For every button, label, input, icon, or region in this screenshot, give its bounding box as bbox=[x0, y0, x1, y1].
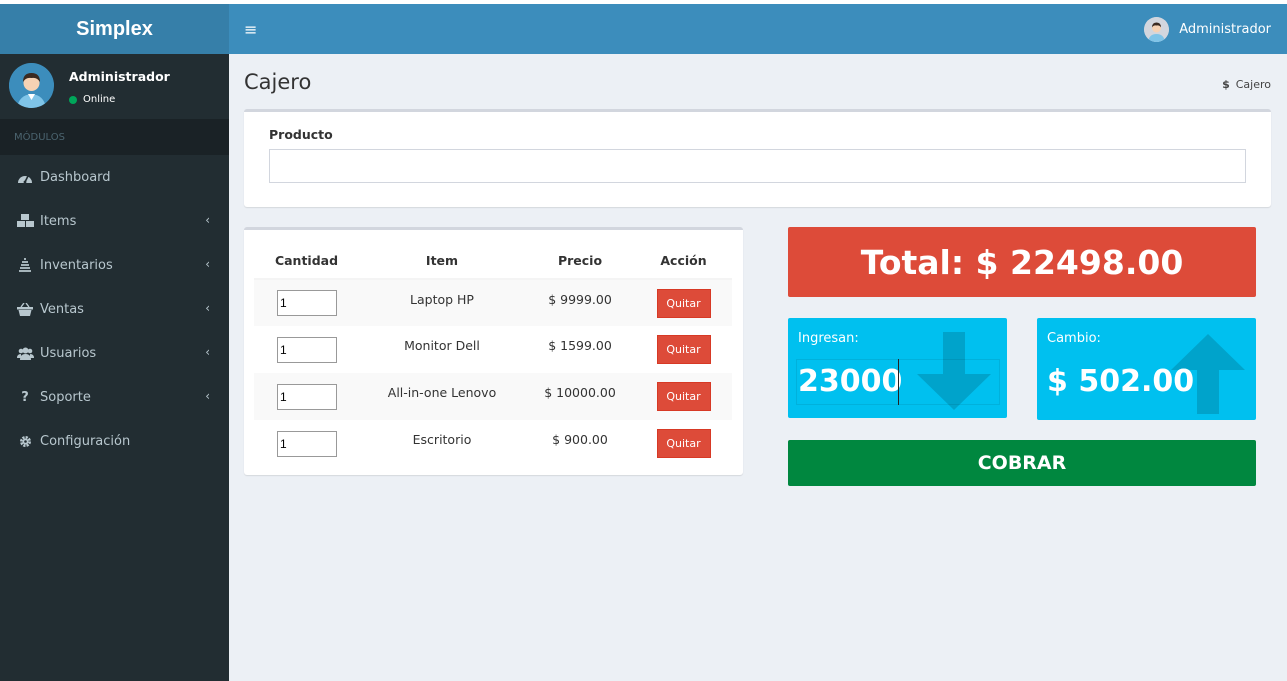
chevron-left-icon: ‹ bbox=[205, 345, 210, 359]
price-cell: $ 900.00 bbox=[552, 432, 608, 447]
cart-box: Cantidad Item Precio Acción Laptop HP $ … bbox=[244, 227, 743, 475]
page-title: Cajero bbox=[244, 70, 312, 94]
sidebar: Simplex Administrador Online MÓDULOS Das… bbox=[0, 4, 229, 681]
sidebar-item-label: Usuarios bbox=[40, 345, 97, 361]
qty-cell bbox=[254, 420, 359, 467]
quantity-input[interactable] bbox=[277, 383, 337, 410]
sidebar-item-usuarios[interactable]: Usuarios ‹ bbox=[0, 331, 229, 375]
chevron-left-icon: ‹ bbox=[205, 301, 210, 315]
dollar-icon: $ bbox=[1222, 78, 1230, 91]
top-navbar: ≡ Administrador bbox=[229, 4, 1287, 54]
breadcrumb-item[interactable]: Cajero bbox=[1236, 78, 1271, 91]
quantity-input[interactable] bbox=[277, 430, 337, 457]
price-cell: $ 9999.00 bbox=[525, 279, 635, 326]
text-cursor bbox=[898, 359, 899, 405]
sidebar-item-label: Configuración bbox=[40, 433, 131, 449]
total-display: Total: $ 22498.00 bbox=[788, 227, 1256, 297]
cambio-box: Cambio: $ 502.00 bbox=[1037, 318, 1256, 420]
user-status: Online bbox=[69, 94, 115, 105]
sidebar-item-configuracion[interactable]: Configuración bbox=[0, 419, 229, 463]
breadcrumb: $ Cajero bbox=[1222, 78, 1271, 91]
action-cell: Quitar bbox=[635, 373, 732, 420]
product-box: Producto bbox=[244, 109, 1271, 207]
user-avatar-small bbox=[1144, 17, 1170, 42]
hamburger-menu-icon[interactable]: ≡ bbox=[244, 20, 257, 39]
online-dot-icon bbox=[69, 95, 77, 104]
sidebar-item-label: Items bbox=[40, 213, 77, 229]
user-avatar bbox=[9, 63, 54, 108]
price-cell: $ 1599.00 bbox=[548, 338, 612, 353]
gear-icon bbox=[16, 434, 34, 448]
sidebar-item-ventas[interactable]: Ventas ‹ bbox=[0, 287, 229, 331]
user-name: Administrador bbox=[69, 69, 170, 84]
basket-icon bbox=[16, 302, 34, 316]
remove-button[interactable]: Quitar bbox=[656, 335, 711, 364]
action-cell: Quitar bbox=[635, 279, 732, 326]
column-header-item: Item bbox=[359, 242, 525, 280]
question-icon: ? bbox=[21, 389, 29, 405]
sidebar-item-label: Soporte bbox=[40, 389, 91, 405]
stack-icon bbox=[16, 258, 34, 272]
sidebar-item-label: Dashboard bbox=[40, 169, 111, 185]
dashboard-icon bbox=[16, 170, 34, 184]
quantity-input[interactable] bbox=[277, 336, 337, 363]
quantity-input[interactable] bbox=[277, 290, 337, 316]
cobrar-button[interactable]: COBRAR bbox=[788, 440, 1256, 486]
remove-button[interactable]: Quitar bbox=[656, 429, 711, 458]
item-cell: All-in-one Lenovo bbox=[359, 373, 525, 420]
users-icon bbox=[16, 346, 34, 360]
action-cell: Quitar bbox=[635, 326, 732, 373]
chevron-left-icon: ‹ bbox=[205, 257, 210, 271]
remove-button[interactable]: Quitar bbox=[656, 382, 711, 411]
chevron-left-icon: ‹ bbox=[205, 213, 210, 227]
column-header-cantidad: Cantidad bbox=[254, 242, 359, 280]
user-panel: Administrador Online bbox=[0, 54, 229, 119]
sidebar-section-header: MÓDULOS bbox=[0, 119, 229, 155]
cambio-value: $ 502.00 bbox=[1047, 364, 1195, 399]
user-status-label: Online bbox=[83, 94, 116, 105]
cart-header-row: Cantidad Item Precio Acción bbox=[254, 242, 732, 280]
sidebar-item-label: Inventarios bbox=[40, 257, 113, 273]
table-row: All-in-one Lenovo $ 10000.00 Quitar bbox=[254, 373, 732, 420]
product-label: Producto bbox=[269, 127, 333, 142]
sidebar-item-label: Ventas bbox=[40, 301, 84, 317]
action-cell: Quitar bbox=[635, 420, 732, 467]
item-cell: Laptop HP bbox=[359, 279, 525, 326]
user-menu[interactable]: Administrador bbox=[1144, 17, 1271, 42]
cart-table: Cantidad Item Precio Acción Laptop HP $ … bbox=[254, 242, 732, 467]
qty-cell bbox=[254, 279, 359, 326]
ingresan-label: Ingresan: bbox=[798, 331, 859, 346]
cubes-icon bbox=[16, 214, 34, 228]
qty-cell bbox=[254, 326, 359, 373]
column-header-precio: Precio bbox=[525, 242, 635, 280]
table-row: Laptop HP $ 9999.00 Quitar bbox=[254, 279, 732, 326]
item-cell: Monitor Dell bbox=[404, 338, 480, 353]
column-header-accion: Acción bbox=[635, 242, 732, 280]
app-logo[interactable]: Simplex bbox=[0, 4, 229, 54]
sidebar-item-soporte[interactable]: ? Soporte ‹ bbox=[0, 375, 229, 419]
table-row: Escritorio $ 900.00 Quitar bbox=[254, 420, 732, 467]
qty-cell bbox=[254, 373, 359, 420]
chevron-left-icon: ‹ bbox=[205, 389, 210, 403]
sidebar-item-items[interactable]: Items ‹ bbox=[0, 199, 229, 243]
cambio-label: Cambio: bbox=[1047, 331, 1101, 346]
sidebar-item-dashboard[interactable]: Dashboard bbox=[0, 155, 229, 199]
table-row: Monitor Dell $ 1599.00 Quitar bbox=[254, 326, 732, 373]
sidebar-item-inventarios[interactable]: Inventarios ‹ bbox=[0, 243, 229, 287]
price-cell: $ 10000.00 bbox=[525, 373, 635, 420]
product-input[interactable] bbox=[269, 149, 1246, 183]
item-cell: Escritorio bbox=[412, 432, 472, 447]
header-user-name: Administrador bbox=[1179, 22, 1271, 37]
remove-button[interactable]: Quitar bbox=[656, 288, 711, 318]
